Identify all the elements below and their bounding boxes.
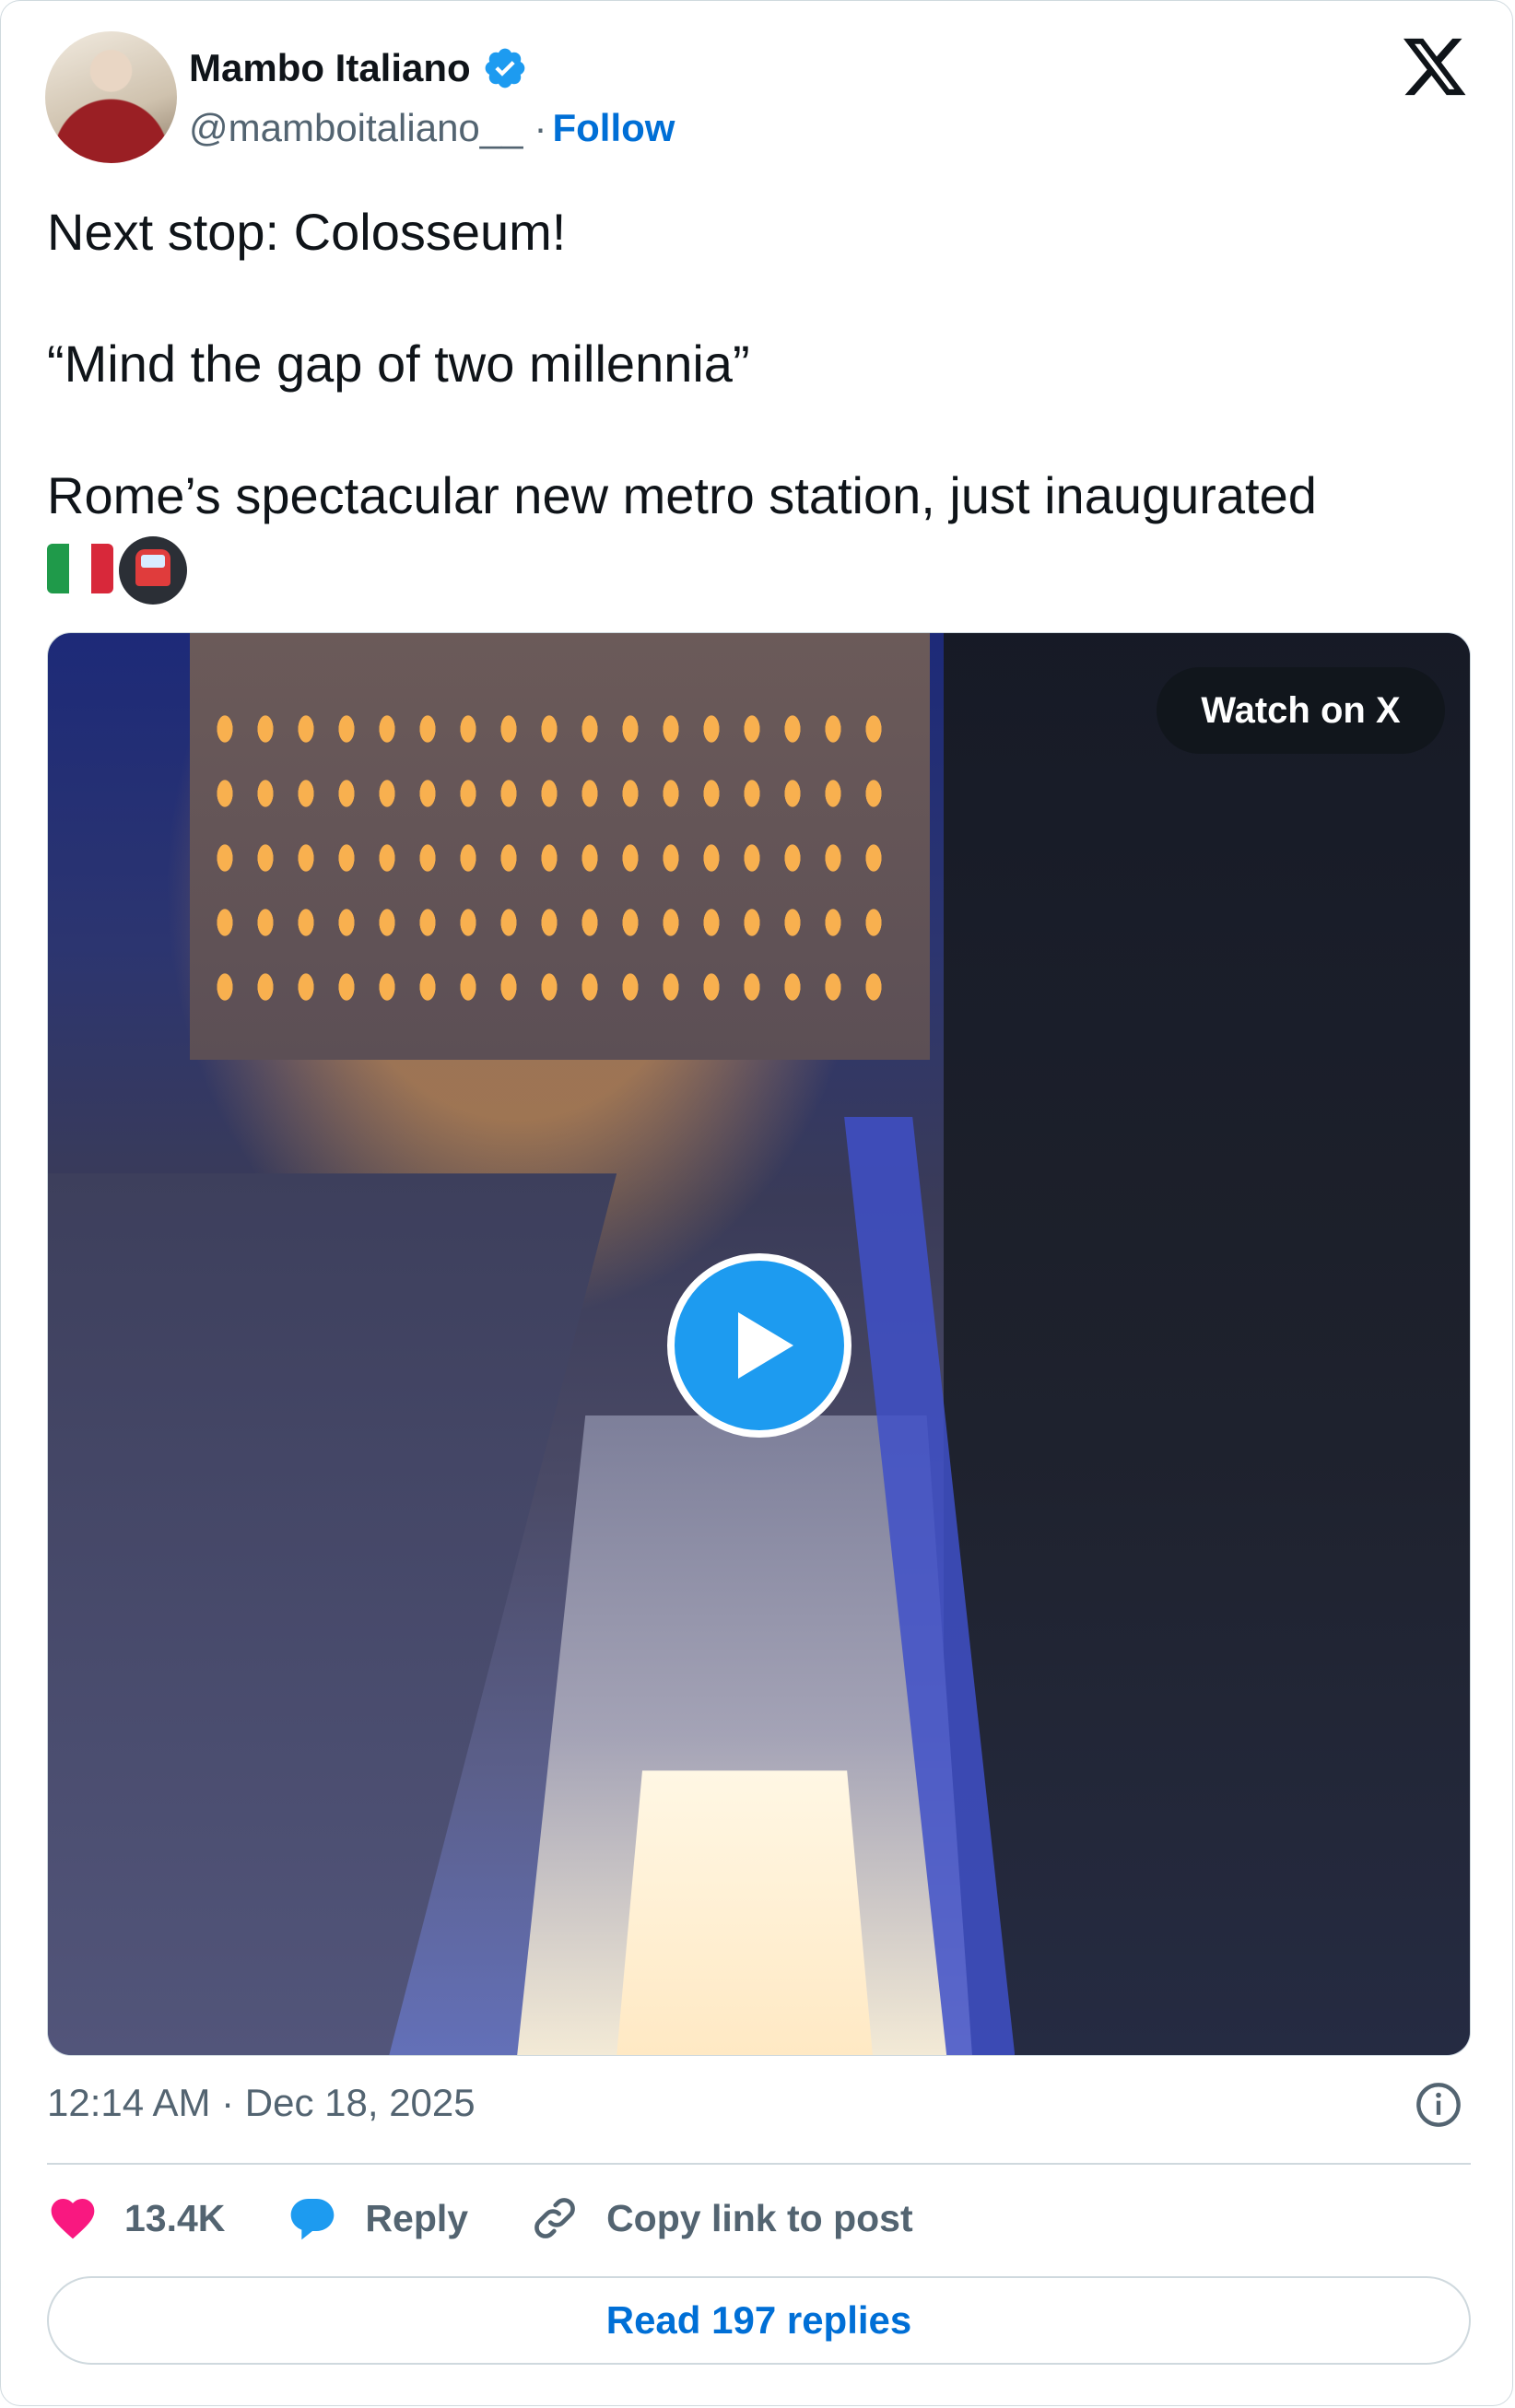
avatar[interactable] bbox=[45, 31, 177, 163]
divider bbox=[47, 2163, 1471, 2165]
watch-on-x-button[interactable]: Watch on X bbox=[1157, 667, 1445, 754]
action-bar: 13.4K Reply Copy link to post bbox=[47, 2187, 974, 2249]
author-handle-row: @mamboitaliano__ · Follow bbox=[189, 106, 675, 150]
tweet-line-3: Rome’s spectacular new metro station, ju… bbox=[47, 466, 1317, 524]
x-logo-icon[interactable] bbox=[1403, 38, 1468, 99]
link-icon bbox=[534, 2198, 575, 2238]
reply-label: Reply bbox=[365, 2196, 469, 2239]
emoji-row bbox=[47, 536, 1485, 605]
author-name[interactable]: Mambo Italiano bbox=[189, 46, 471, 90]
play-icon bbox=[738, 1312, 793, 1379]
copy-link-label: Copy link to post bbox=[606, 2196, 913, 2239]
italy-flag-icon bbox=[47, 544, 113, 593]
author-name-row: Mambo Italiano bbox=[189, 45, 528, 91]
read-replies-button[interactable]: Read 197 replies bbox=[47, 2276, 1471, 2365]
copy-link-button[interactable]: Copy link to post bbox=[529, 2192, 913, 2244]
verified-badge-icon bbox=[485, 48, 525, 88]
play-button[interactable] bbox=[667, 1253, 851, 1438]
video-frame-escalator bbox=[617, 1770, 873, 2055]
like-button[interactable]: 13.4K bbox=[47, 2192, 225, 2244]
reply-button[interactable]: Reply bbox=[286, 2192, 468, 2244]
tweet-card: Mambo Italiano @mamboitaliano__ · Follow… bbox=[0, 0, 1513, 2406]
like-count: 13.4K bbox=[124, 2196, 226, 2239]
follow-button[interactable]: Follow bbox=[553, 106, 675, 150]
info-icon[interactable] bbox=[1415, 2081, 1462, 2129]
tweet-text: Next stop: Colosseum! “Mind the gap of t… bbox=[47, 199, 1485, 605]
tweet-timestamp[interactable]: 12:14 AM · Dec 18, 2025 bbox=[47, 2081, 476, 2125]
separator-dot: · bbox=[534, 106, 547, 149]
reply-bubble-icon bbox=[291, 2199, 335, 2240]
author-handle[interactable]: @mamboitaliano__ bbox=[189, 106, 523, 150]
video-frame-trees bbox=[944, 633, 1470, 2055]
tweet-line-2: “Mind the gap of two millennia” bbox=[47, 335, 750, 393]
video-player[interactable]: Watch on X bbox=[47, 632, 1471, 2056]
video-frame-arches bbox=[204, 689, 887, 1004]
metro-icon bbox=[119, 536, 187, 605]
heart-icon bbox=[51, 2199, 95, 2239]
tweet-line-1: Next stop: Colosseum! bbox=[47, 203, 567, 261]
